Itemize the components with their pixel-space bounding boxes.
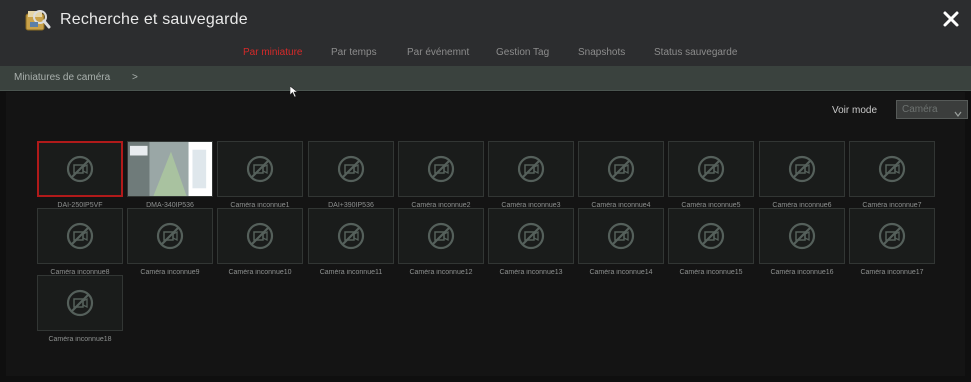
camera-thumbnail[interactable]: Caméra inconnue10 xyxy=(217,208,303,276)
thumbnail-frame xyxy=(578,208,664,264)
tab-status-sauvegarde[interactable]: Status sauvegarde xyxy=(654,40,737,66)
camera-name: Caméra inconnue18 xyxy=(48,336,112,343)
camera-name: Caméra inconnue9 xyxy=(140,269,200,276)
thumbnail-frame xyxy=(217,208,303,264)
window-title: Recherche et sauvegarde xyxy=(60,11,248,28)
camera-thumbnail[interactable]: Caméra inconnue1 xyxy=(217,141,303,209)
camera-name: Caméra inconnue12 xyxy=(409,269,473,276)
camera-thumbnail[interactable]: Caméra inconnue4 xyxy=(578,141,664,209)
view-mode-select[interactable]: Caméra xyxy=(896,100,968,119)
thumbnail-frame xyxy=(308,141,394,197)
camera-thumbnail[interactable]: Caméra inconnue16 xyxy=(759,208,845,276)
no-video-icon xyxy=(517,155,545,183)
no-video-icon xyxy=(246,222,274,250)
breadcrumb-label[interactable]: Miniatures de caméra xyxy=(14,66,110,90)
camera-thumbnail[interactable]: Caméra inconnue15 xyxy=(668,208,754,276)
thumbnail-frame xyxy=(759,208,845,264)
tab-par-temps[interactable]: Par temps xyxy=(331,40,377,66)
tab-gestion-tag[interactable]: Gestion Tag xyxy=(496,40,549,66)
no-video-icon xyxy=(697,155,725,183)
no-video-icon xyxy=(788,155,816,183)
camera-thumbnail[interactable]: Caméra inconnue9 xyxy=(127,208,213,276)
no-video-icon xyxy=(607,222,635,250)
camera-name: Caméra inconnue16 xyxy=(770,269,834,276)
camera-thumbnail[interactable]: Caméra inconnue18 xyxy=(37,275,123,343)
close-icon[interactable] xyxy=(941,9,961,29)
camera-snapshot xyxy=(127,141,213,197)
camera-thumbnail[interactable]: Caméra inconnue5 xyxy=(668,141,754,209)
thumbnail-frame xyxy=(849,208,935,264)
camera-thumbnail[interactable]: DMA-340IP536 xyxy=(127,141,213,209)
tab-par-evenement[interactable]: Par événemnt xyxy=(407,40,469,66)
camera-name: Caméra inconnue13 xyxy=(499,269,563,276)
thumbnail-frame xyxy=(217,141,303,197)
thumbnail-frame xyxy=(37,208,123,264)
thumbnail-frame xyxy=(668,208,754,264)
search-backup-icon xyxy=(20,5,54,35)
tab-bar: Par miniature Par temps Par événemnt Ges… xyxy=(0,40,971,66)
view-mode-value: Caméra xyxy=(902,104,938,115)
tab-snapshots[interactable]: Snapshots xyxy=(578,40,625,66)
no-video-icon xyxy=(427,155,455,183)
thumbnail-frame xyxy=(37,275,123,331)
thumbnail-frame xyxy=(308,208,394,264)
no-video-icon xyxy=(156,222,184,250)
view-mode-label: Voir mode xyxy=(832,105,878,116)
no-video-icon xyxy=(427,222,455,250)
camera-thumbnail[interactable]: DAI+390IP536 xyxy=(308,141,394,209)
no-video-icon xyxy=(66,289,94,317)
no-video-icon xyxy=(788,222,816,250)
camera-thumbnail[interactable]: Caméra inconnue3 xyxy=(488,141,574,209)
thumbnail-frame xyxy=(37,141,123,197)
search-backup-window: Recherche et sauvegarde Par miniature Pa… xyxy=(0,0,971,382)
thumbnail-frame xyxy=(488,208,574,264)
no-video-icon xyxy=(66,155,94,183)
camera-thumbnail[interactable]: Caméra inconnue17 xyxy=(849,208,935,276)
camera-thumbnail[interactable]: Caméra inconnue13 xyxy=(488,208,574,276)
thumbnail-frame xyxy=(127,208,213,264)
no-video-icon xyxy=(607,155,635,183)
camera-thumbnail[interactable]: Caméra inconnue11 xyxy=(308,208,394,276)
breadcrumb: Miniatures de caméra > xyxy=(0,66,971,91)
thumbnail-frame xyxy=(488,141,574,197)
thumbnail-frame xyxy=(578,141,664,197)
camera-thumbnail[interactable]: Caméra inconnue2 xyxy=(398,141,484,209)
thumbnail-frame xyxy=(668,141,754,197)
camera-thumbnail[interactable]: Caméra inconnue6 xyxy=(759,141,845,209)
no-video-icon xyxy=(337,155,365,183)
no-video-icon xyxy=(66,222,94,250)
no-video-icon xyxy=(246,155,274,183)
chevron-down-icon xyxy=(954,105,962,117)
tab-par-miniature[interactable]: Par miniature xyxy=(243,40,302,66)
camera-name: Caméra inconnue17 xyxy=(860,269,924,276)
camera-thumbnail[interactable]: Caméra inconnue8 xyxy=(37,208,123,276)
mouse-cursor-icon xyxy=(290,86,299,97)
thumbnail-frame xyxy=(759,141,845,197)
camera-name: Caméra inconnue11 xyxy=(319,269,383,276)
camera-name: Caméra inconnue14 xyxy=(589,269,653,276)
camera-thumbnail[interactable]: Caméra inconnue7 xyxy=(849,141,935,209)
no-video-icon xyxy=(697,222,725,250)
thumbnail-frame xyxy=(398,141,484,197)
no-video-icon xyxy=(878,155,906,183)
camera-thumbnail[interactable]: Caméra inconnue12 xyxy=(398,208,484,276)
camera-name: Caméra inconnue15 xyxy=(679,269,743,276)
breadcrumb-arrow: > xyxy=(132,72,138,83)
title-bar: Recherche et sauvegarde xyxy=(0,0,971,40)
no-video-icon xyxy=(878,222,906,250)
thumbnail-frame xyxy=(398,208,484,264)
camera-thumbnail[interactable]: DAI-250IP5VF xyxy=(37,141,123,209)
no-video-icon xyxy=(337,222,365,250)
camera-thumbnail[interactable]: Caméra inconnue14 xyxy=(578,208,664,276)
camera-name: Caméra inconnue10 xyxy=(228,269,292,276)
no-video-icon xyxy=(517,222,545,250)
thumbnail-frame xyxy=(849,141,935,197)
